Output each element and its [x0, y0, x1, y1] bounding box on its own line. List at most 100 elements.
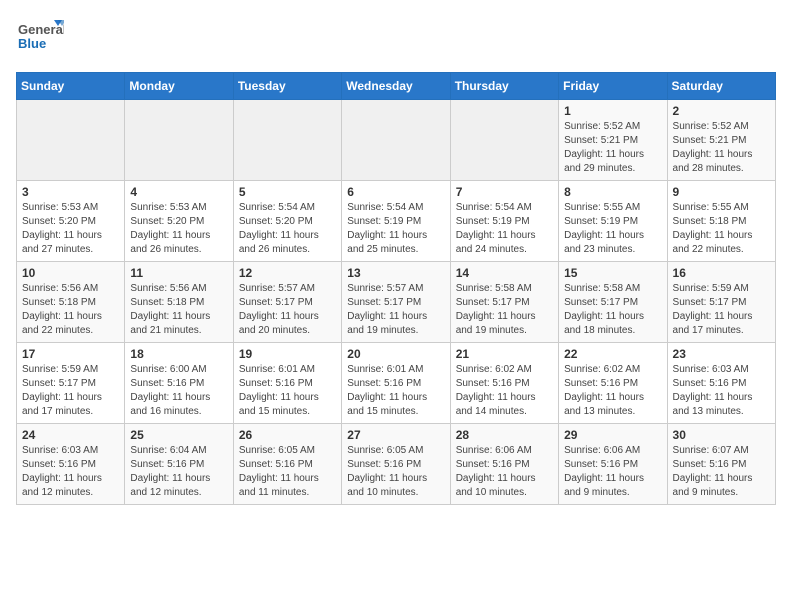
day-info: Sunrise: 6:03 AM Sunset: 5:16 PM Dayligh… [673, 363, 770, 419]
day-number: 28 [456, 428, 553, 442]
day-number: 17 [22, 347, 119, 361]
day-number: 19 [239, 347, 336, 361]
day-info: Sunrise: 6:06 AM Sunset: 5:16 PM Dayligh… [564, 444, 661, 500]
day-info: Sunrise: 5:59 AM Sunset: 5:17 PM Dayligh… [22, 363, 119, 419]
day-cell: 28 Sunrise: 6:06 AM Sunset: 5:16 PM Dayli… [450, 424, 558, 505]
day-number: 10 [22, 266, 119, 280]
day-cell: 1Sunrise: 5:52 AM Sunset: 5:21 PM Daylig… [559, 100, 667, 181]
day-info: Sunrise: 5:52 AM Sunset: 5:21 PM Dayligh… [673, 120, 770, 176]
day-info: Sunrise: 5:53 AM Sunset: 5:20 PM Dayligh… [22, 201, 119, 257]
day-cell: 13 Sunrise: 5:57 AM Sunset: 5:17 PM Dayli… [342, 262, 450, 343]
day-number: 18 [130, 347, 227, 361]
day-cell [125, 100, 233, 181]
day-number: 25 [130, 428, 227, 442]
day-info: Sunrise: 5:55 AM Sunset: 5:19 PM Dayligh… [564, 201, 661, 257]
day-info: Sunrise: 5:57 AM Sunset: 5:17 PM Dayligh… [239, 282, 336, 338]
header-cell-sunday: Sunday [17, 73, 125, 100]
day-number: 15 [564, 266, 661, 280]
day-cell: 8 Sunrise: 5:55 AM Sunset: 5:19 PM Daylig… [559, 181, 667, 262]
day-number: 6 [347, 185, 444, 199]
day-info: Sunrise: 5:57 AM Sunset: 5:17 PM Dayligh… [347, 282, 444, 338]
day-info: Sunrise: 6:02 AM Sunset: 5:16 PM Dayligh… [456, 363, 553, 419]
day-number: 26 [239, 428, 336, 442]
day-number: 13 [347, 266, 444, 280]
day-cell: 30Sunrise: 6:07 AM Sunset: 5:16 PM Dayli… [667, 424, 775, 505]
day-cell: 26 Sunrise: 6:05 AM Sunset: 5:16 PM Dayli… [233, 424, 341, 505]
calendar-body: 1Sunrise: 5:52 AM Sunset: 5:21 PM Daylig… [17, 100, 776, 505]
day-number: 8 [564, 185, 661, 199]
day-info: Sunrise: 5:55 AM Sunset: 5:18 PM Dayligh… [673, 201, 770, 257]
day-info: Sunrise: 6:01 AM Sunset: 5:16 PM Dayligh… [347, 363, 444, 419]
day-cell: 9 Sunrise: 5:55 AM Sunset: 5:18 PM Daylig… [667, 181, 775, 262]
day-info: Sunrise: 5:59 AM Sunset: 5:17 PM Dayligh… [673, 282, 770, 338]
day-info: Sunrise: 5:54 AM Sunset: 5:19 PM Dayligh… [456, 201, 553, 257]
day-number: 2 [673, 104, 770, 118]
day-cell: 2 Sunrise: 5:52 AM Sunset: 5:21 PM Daylig… [667, 100, 775, 181]
day-info: Sunrise: 6:07 AM Sunset: 5:16 PM Dayligh… [673, 444, 770, 500]
svg-text:Blue: Blue [18, 36, 46, 51]
day-number: 12 [239, 266, 336, 280]
day-cell: 17 Sunrise: 5:59 AM Sunset: 5:17 PM Dayli… [17, 343, 125, 424]
day-number: 21 [456, 347, 553, 361]
day-cell: 14Sunrise: 5:58 AM Sunset: 5:17 PM Dayli… [450, 262, 558, 343]
page-header: General Blue [16, 16, 776, 60]
day-info: Sunrise: 5:54 AM Sunset: 5:19 PM Dayligh… [347, 201, 444, 257]
day-cell [17, 100, 125, 181]
day-number: 5 [239, 185, 336, 199]
day-info: Sunrise: 5:58 AM Sunset: 5:17 PM Dayligh… [456, 282, 553, 338]
day-info: Sunrise: 6:05 AM Sunset: 5:16 PM Dayligh… [347, 444, 444, 500]
day-cell: 24Sunrise: 6:03 AM Sunset: 5:16 PM Dayli… [17, 424, 125, 505]
day-cell: 21 Sunrise: 6:02 AM Sunset: 5:16 PM Dayli… [450, 343, 558, 424]
day-number: 7 [456, 185, 553, 199]
day-cell: 15 Sunrise: 5:58 AM Sunset: 5:17 PM Dayli… [559, 262, 667, 343]
logo: General Blue [16, 16, 64, 60]
day-info: Sunrise: 6:01 AM Sunset: 5:16 PM Dayligh… [239, 363, 336, 419]
day-number: 9 [673, 185, 770, 199]
header-cell-friday: Friday [559, 73, 667, 100]
day-info: Sunrise: 5:56 AM Sunset: 5:18 PM Dayligh… [130, 282, 227, 338]
day-cell: 7 Sunrise: 5:54 AM Sunset: 5:19 PM Daylig… [450, 181, 558, 262]
calendar-header: SundayMondayTuesdayWednesdayThursdayFrid… [17, 73, 776, 100]
day-cell: 18 Sunrise: 6:00 AM Sunset: 5:16 PM Dayli… [125, 343, 233, 424]
day-cell: 5Sunrise: 5:54 AM Sunset: 5:20 PM Daylig… [233, 181, 341, 262]
day-number: 27 [347, 428, 444, 442]
day-number: 4 [130, 185, 227, 199]
day-cell: 29Sunrise: 6:06 AM Sunset: 5:16 PM Dayli… [559, 424, 667, 505]
day-number: 24 [22, 428, 119, 442]
day-number: 20 [347, 347, 444, 361]
day-info: Sunrise: 5:58 AM Sunset: 5:17 PM Dayligh… [564, 282, 661, 338]
day-info: Sunrise: 6:02 AM Sunset: 5:16 PM Dayligh… [564, 363, 661, 419]
day-info: Sunrise: 6:06 AM Sunset: 5:16 PM Dayligh… [456, 444, 553, 500]
day-info: Sunrise: 6:04 AM Sunset: 5:16 PM Dayligh… [130, 444, 227, 500]
week-row-3: 10 Sunrise: 5:56 AM Sunset: 5:18 PM Dayli… [17, 262, 776, 343]
day-info: Sunrise: 6:00 AM Sunset: 5:16 PM Dayligh… [130, 363, 227, 419]
day-number: 16 [673, 266, 770, 280]
header-cell-saturday: Saturday [667, 73, 775, 100]
day-cell [233, 100, 341, 181]
week-row-5: 24Sunrise: 6:03 AM Sunset: 5:16 PM Dayli… [17, 424, 776, 505]
day-cell: 3 Sunrise: 5:53 AM Sunset: 5:20 PM Daylig… [17, 181, 125, 262]
day-cell: 23 Sunrise: 6:03 AM Sunset: 5:16 PM Dayli… [667, 343, 775, 424]
day-info: Sunrise: 5:56 AM Sunset: 5:18 PM Dayligh… [22, 282, 119, 338]
day-cell: 22Sunrise: 6:02 AM Sunset: 5:16 PM Dayli… [559, 343, 667, 424]
day-cell: 19 Sunrise: 6:01 AM Sunset: 5:16 PM Dayli… [233, 343, 341, 424]
day-cell: 27 Sunrise: 6:05 AM Sunset: 5:16 PM Dayli… [342, 424, 450, 505]
day-number: 11 [130, 266, 227, 280]
header-cell-thursday: Thursday [450, 73, 558, 100]
day-cell [342, 100, 450, 181]
day-cell: 20 Sunrise: 6:01 AM Sunset: 5:16 PM Dayli… [342, 343, 450, 424]
day-info: Sunrise: 5:52 AM Sunset: 5:21 PM Dayligh… [564, 120, 661, 176]
day-cell: 4 Sunrise: 5:53 AM Sunset: 5:20 PM Daylig… [125, 181, 233, 262]
day-cell [450, 100, 558, 181]
day-cell: 10 Sunrise: 5:56 AM Sunset: 5:18 PM Dayli… [17, 262, 125, 343]
day-number: 23 [673, 347, 770, 361]
week-row-1: 1Sunrise: 5:52 AM Sunset: 5:21 PM Daylig… [17, 100, 776, 181]
day-info: Sunrise: 6:05 AM Sunset: 5:16 PM Dayligh… [239, 444, 336, 500]
day-cell: 12 Sunrise: 5:57 AM Sunset: 5:17 PM Dayli… [233, 262, 341, 343]
header-cell-monday: Monday [125, 73, 233, 100]
day-info: Sunrise: 5:53 AM Sunset: 5:20 PM Dayligh… [130, 201, 227, 257]
week-row-2: 3 Sunrise: 5:53 AM Sunset: 5:20 PM Daylig… [17, 181, 776, 262]
day-cell: 11 Sunrise: 5:56 AM Sunset: 5:18 PM Dayli… [125, 262, 233, 343]
header-row: SundayMondayTuesdayWednesdayThursdayFrid… [17, 73, 776, 100]
day-number: 3 [22, 185, 119, 199]
